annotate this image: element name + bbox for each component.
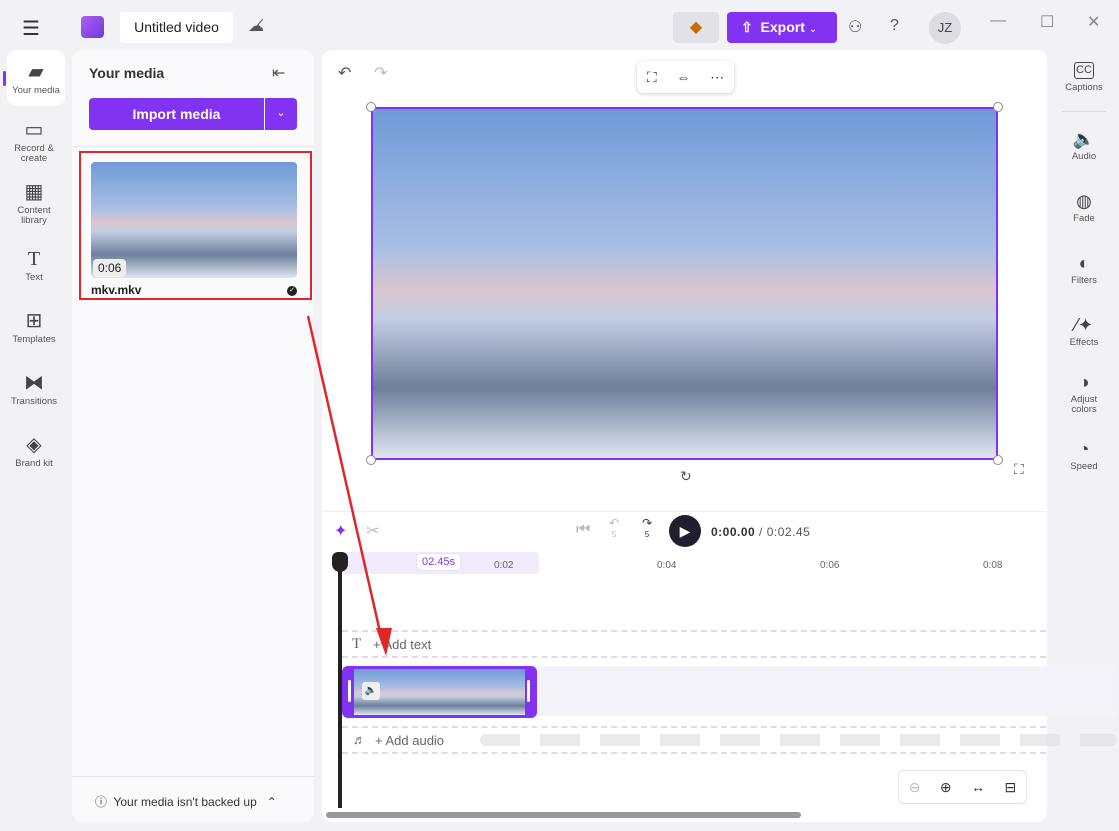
annotation-arrow bbox=[306, 315, 392, 656]
